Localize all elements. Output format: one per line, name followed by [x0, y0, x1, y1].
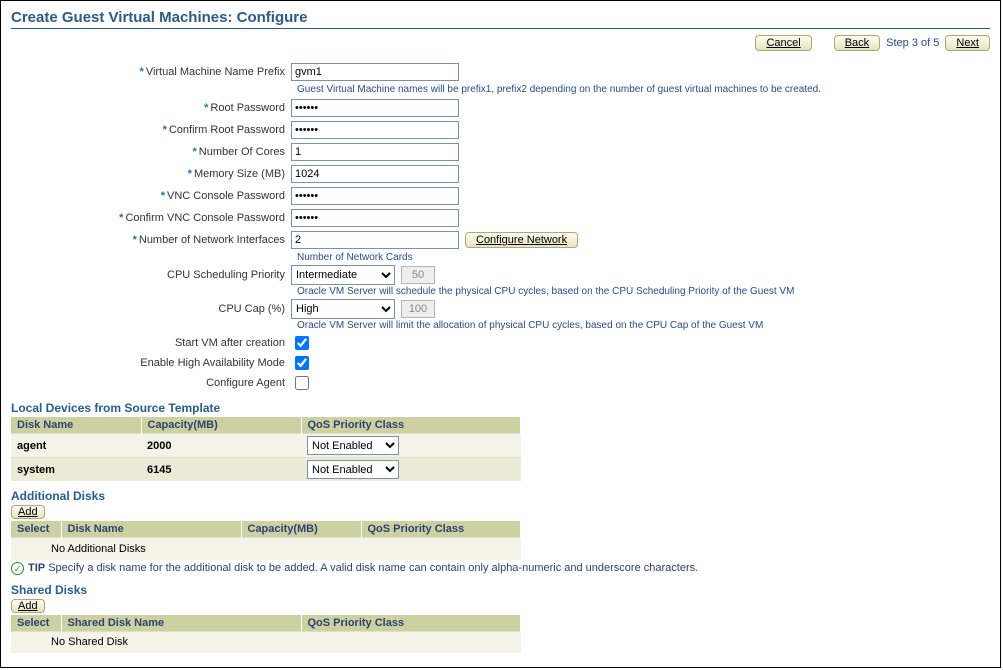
col-qos: QoS Priority Class — [301, 417, 521, 434]
configure-network-button[interactable]: Configure Network — [465, 232, 578, 248]
tip-icon: ✓ — [11, 562, 24, 575]
cores-label: Number Of Cores — [199, 146, 285, 158]
table-row: agent 2000 Not Enabled — [11, 434, 521, 458]
table-row: system 6145 Not Enabled — [11, 458, 521, 482]
additional-disks-table: Select Disk Name Capacity(MB) QoS Priori… — [11, 521, 521, 560]
cpu-sched-select[interactable]: Intermediate — [291, 265, 395, 285]
col-select: Select — [11, 615, 61, 632]
start-vm-checkbox[interactable] — [295, 336, 309, 350]
nic-count-input[interactable] — [291, 231, 459, 249]
cpu-sched-hint: Oracle VM Server will schedule the physi… — [21, 286, 990, 297]
cpu-cap-hint: Oracle VM Server will limit the allocati… — [21, 320, 990, 331]
start-vm-label: Start VM after creation — [175, 337, 285, 349]
vnc-password-input[interactable] — [291, 187, 459, 205]
configure-agent-checkbox[interactable] — [295, 376, 309, 390]
col-disk-name: Shared Disk Name — [61, 615, 301, 632]
memory-input[interactable] — [291, 165, 459, 183]
ha-mode-checkbox[interactable] — [295, 356, 309, 370]
qos-cell: Not Enabled — [301, 458, 521, 482]
nic-count-label: Number of Network Interfaces — [139, 234, 285, 246]
col-qos: QoS Priority Class — [361, 521, 521, 538]
nic-hint: Number of Network Cards — [21, 252, 990, 263]
confirm-root-password-input[interactable] — [291, 121, 459, 139]
add-disk-button[interactable]: Add — [11, 505, 45, 519]
disk-name-cell: system — [11, 458, 141, 482]
capacity-cell: 6145 — [141, 458, 301, 482]
table-row: No Shared Disk — [11, 631, 521, 653]
additional-disks-title: Additional Disks — [11, 489, 990, 503]
col-disk-name: Disk Name — [11, 417, 141, 434]
col-capacity: Capacity(MB) — [141, 417, 301, 434]
tip-row: ✓ TIP Specify a disk name for the additi… — [11, 562, 990, 575]
wizard-nav-bar: Cancel Back Step 3 of 5 Next — [11, 33, 990, 61]
local-devices-title: Local Devices from Source Template — [11, 401, 990, 415]
col-select: Select — [11, 521, 61, 538]
add-shared-disk-button[interactable]: Add — [11, 599, 45, 613]
memory-label: Memory Size (MB) — [194, 168, 285, 180]
back-button[interactable]: Back — [834, 35, 880, 51]
tip-label: TIP — [28, 562, 45, 574]
cpu-cap-value-box: 100 — [401, 300, 435, 318]
shared-disks-table: Select Shared Disk Name QoS Priority Cla… — [11, 615, 521, 654]
qos-select[interactable]: Not Enabled — [307, 460, 399, 479]
tip-text: Specify a disk name for the additional d… — [48, 562, 698, 574]
root-password-input[interactable] — [291, 99, 459, 117]
vm-name-prefix-label: Virtual Machine Name Prefix — [146, 66, 285, 78]
root-password-label: Root Password — [210, 102, 285, 114]
capacity-cell: 2000 — [141, 434, 301, 458]
cancel-button[interactable]: Cancel — [755, 35, 811, 51]
confirm-vnc-password-label: Confirm VNC Console Password — [125, 212, 285, 224]
required-marker: * — [140, 66, 144, 78]
configure-agent-label: Configure Agent — [206, 377, 285, 389]
table-row: No Additional Disks — [11, 538, 521, 560]
vm-name-hint: Guest Virtual Machine names will be pref… — [21, 84, 990, 95]
ha-mode-label: Enable High Availability Mode — [140, 357, 285, 369]
config-form: *Virtual Machine Name Prefix Guest Virtu… — [11, 61, 990, 393]
confirm-vnc-password-input[interactable] — [291, 209, 459, 227]
empty-message: No Shared Disk — [11, 631, 521, 653]
confirm-root-password-label: Confirm Root Password — [169, 124, 285, 136]
col-qos: QoS Priority Class — [301, 615, 521, 632]
cores-input[interactable] — [291, 143, 459, 161]
col-capacity: Capacity(MB) — [241, 521, 361, 538]
disk-name-cell: agent — [11, 434, 141, 458]
shared-disks-title: Shared Disks — [11, 583, 990, 597]
page-title: Create Guest Virtual Machines: Configure — [11, 9, 990, 26]
cpu-cap-label: CPU Cap (%) — [218, 303, 285, 315]
qos-cell: Not Enabled — [301, 434, 521, 458]
vnc-password-label: VNC Console Password — [167, 190, 285, 202]
cpu-sched-label: CPU Scheduling Priority — [167, 269, 285, 281]
col-disk-name: Disk Name — [61, 521, 241, 538]
cpu-cap-select[interactable]: High — [291, 299, 395, 319]
cpu-sched-value-box: 50 — [401, 266, 435, 284]
local-devices-table: Disk Name Capacity(MB) QoS Priority Clas… — [11, 417, 521, 481]
title-divider — [11, 28, 990, 29]
vm-name-prefix-input[interactable] — [291, 63, 459, 81]
empty-message: No Additional Disks — [11, 538, 521, 560]
next-button[interactable]: Next — [945, 35, 990, 51]
qos-select[interactable]: Not Enabled — [307, 436, 399, 455]
step-indicator: Step 3 of 5 — [886, 37, 939, 49]
